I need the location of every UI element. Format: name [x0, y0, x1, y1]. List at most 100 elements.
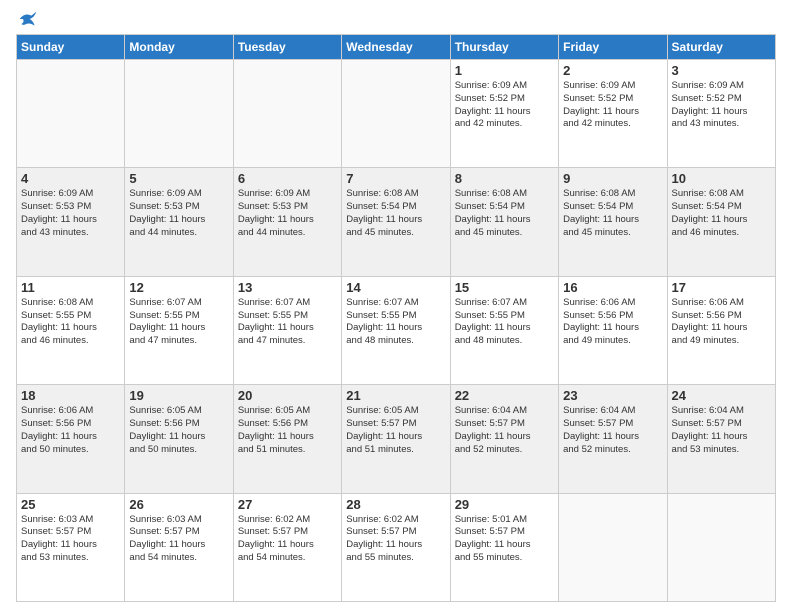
- calendar-cell: 29 Sunrise: 5:01 AMSunset: 5:57 PMDayligh…: [450, 493, 558, 601]
- calendar-cell: 18 Sunrise: 6:06 AMSunset: 5:56 PMDayligh…: [17, 385, 125, 493]
- day-info: Sunrise: 6:06 AMSunset: 5:56 PMDaylight:…: [672, 297, 771, 348]
- day-info: Sunrise: 6:02 AMSunset: 5:57 PMDaylight:…: [346, 514, 445, 565]
- logo-bird-icon: [18, 10, 38, 28]
- calendar-cell: 20 Sunrise: 6:05 AMSunset: 5:56 PMDayligh…: [233, 385, 341, 493]
- day-info: Sunrise: 6:02 AMSunset: 5:57 PMDaylight:…: [238, 514, 337, 565]
- calendar-cell: [17, 60, 125, 168]
- calendar-cell: 11 Sunrise: 6:08 AMSunset: 5:55 PMDayligh…: [17, 276, 125, 384]
- day-number: 5: [129, 171, 228, 186]
- calendar-week-5: 25 Sunrise: 6:03 AMSunset: 5:57 PMDayligh…: [17, 493, 776, 601]
- day-info: Sunrise: 6:05 AMSunset: 5:56 PMDaylight:…: [238, 405, 337, 456]
- day-info: Sunrise: 6:03 AMSunset: 5:57 PMDaylight:…: [129, 514, 228, 565]
- calendar-cell: 9 Sunrise: 6:08 AMSunset: 5:54 PMDaylight…: [559, 168, 667, 276]
- day-info: Sunrise: 6:05 AMSunset: 5:57 PMDaylight:…: [346, 405, 445, 456]
- day-info: Sunrise: 6:09 AMSunset: 5:53 PMDaylight:…: [21, 188, 120, 239]
- day-number: 10: [672, 171, 771, 186]
- day-info: Sunrise: 6:08 AMSunset: 5:54 PMDaylight:…: [346, 188, 445, 239]
- day-number: 3: [672, 63, 771, 78]
- calendar-cell: 21 Sunrise: 6:05 AMSunset: 5:57 PMDayligh…: [342, 385, 450, 493]
- calendar-cell: 4Sunrise: 6:09 AMSunset: 5:53 PMDaylight…: [17, 168, 125, 276]
- day-number: 6: [238, 171, 337, 186]
- day-number: 13: [238, 280, 337, 295]
- day-info: Sunrise: 6:09 AMSunset: 5:53 PMDaylight:…: [129, 188, 228, 239]
- header-saturday: Saturday: [667, 35, 775, 60]
- day-number: 11: [21, 280, 120, 295]
- calendar-cell: [233, 60, 341, 168]
- header-wednesday: Wednesday: [342, 35, 450, 60]
- calendar-week-1: 1 Sunrise: 6:09 AMSunset: 5:52 PMDaylight…: [17, 60, 776, 168]
- day-number: 24: [672, 388, 771, 403]
- day-info: Sunrise: 6:08 AMSunset: 5:54 PMDaylight:…: [455, 188, 554, 239]
- day-info: Sunrise: 6:06 AMSunset: 5:56 PMDaylight:…: [21, 405, 120, 456]
- calendar-cell: 26Sunrise: 6:03 AMSunset: 5:57 PMDayligh…: [125, 493, 233, 601]
- day-number: 17: [672, 280, 771, 295]
- calendar-week-4: 18 Sunrise: 6:06 AMSunset: 5:56 PMDayligh…: [17, 385, 776, 493]
- calendar-cell: 28 Sunrise: 6:02 AMSunset: 5:57 PMDayligh…: [342, 493, 450, 601]
- day-number: 8: [455, 171, 554, 186]
- calendar-cell: 17 Sunrise: 6:06 AMSunset: 5:56 PMDayligh…: [667, 276, 775, 384]
- calendar-cell: 19 Sunrise: 6:05 AMSunset: 5:56 PMDayligh…: [125, 385, 233, 493]
- day-info: Sunrise: 6:04 AMSunset: 5:57 PMDaylight:…: [563, 405, 662, 456]
- day-info: Sunrise: 6:04 AMSunset: 5:57 PMDaylight:…: [672, 405, 771, 456]
- calendar-cell: 5 Sunrise: 6:09 AMSunset: 5:53 PMDaylight…: [125, 168, 233, 276]
- day-number: 23: [563, 388, 662, 403]
- day-info: Sunrise: 6:07 AMSunset: 5:55 PMDaylight:…: [238, 297, 337, 348]
- calendar-cell: 13 Sunrise: 6:07 AMSunset: 5:55 PMDayligh…: [233, 276, 341, 384]
- day-number: 22: [455, 388, 554, 403]
- day-number: 19: [129, 388, 228, 403]
- day-info: Sunrise: 6:08 AMSunset: 5:54 PMDaylight:…: [563, 188, 662, 239]
- day-info: Sunrise: 6:07 AMSunset: 5:55 PMDaylight:…: [346, 297, 445, 348]
- day-info: Sunrise: 6:09 AMSunset: 5:53 PMDaylight:…: [238, 188, 337, 239]
- day-info: Sunrise: 6:08 AMSunset: 5:55 PMDaylight:…: [21, 297, 120, 348]
- day-info: Sunrise: 5:01 AMSunset: 5:57 PMDaylight:…: [455, 514, 554, 565]
- day-number: 9: [563, 171, 662, 186]
- day-number: 20: [238, 388, 337, 403]
- header-thursday: Thursday: [450, 35, 558, 60]
- day-number: 2: [563, 63, 662, 78]
- day-number: 1: [455, 63, 554, 78]
- header-sunday: Sunday: [17, 35, 125, 60]
- calendar-cell: [125, 60, 233, 168]
- logo-text: [16, 10, 38, 28]
- day-number: 25: [21, 497, 120, 512]
- calendar-cell: 7 Sunrise: 6:08 AMSunset: 5:54 PMDaylight…: [342, 168, 450, 276]
- calendar-table: SundayMondayTuesdayWednesdayThursdayFrid…: [16, 34, 776, 602]
- calendar-cell: 12 Sunrise: 6:07 AMSunset: 5:55 PMDayligh…: [125, 276, 233, 384]
- day-info: Sunrise: 6:09 AMSunset: 5:52 PMDaylight:…: [455, 80, 554, 131]
- calendar-week-2: 4Sunrise: 6:09 AMSunset: 5:53 PMDaylight…: [17, 168, 776, 276]
- calendar-cell: 8 Sunrise: 6:08 AMSunset: 5:54 PMDaylight…: [450, 168, 558, 276]
- day-number: 7: [346, 171, 445, 186]
- day-info: Sunrise: 6:04 AMSunset: 5:57 PMDaylight:…: [455, 405, 554, 456]
- calendar-cell: [667, 493, 775, 601]
- day-info: Sunrise: 6:06 AMSunset: 5:56 PMDaylight:…: [563, 297, 662, 348]
- day-info: Sunrise: 6:05 AMSunset: 5:56 PMDaylight:…: [129, 405, 228, 456]
- calendar-cell: 15 Sunrise: 6:07 AMSunset: 5:55 PMDayligh…: [450, 276, 558, 384]
- day-number: 27: [238, 497, 337, 512]
- calendar-cell: [342, 60, 450, 168]
- day-number: 21: [346, 388, 445, 403]
- day-number: 15: [455, 280, 554, 295]
- calendar-cell: 14 Sunrise: 6:07 AMSunset: 5:55 PMDayligh…: [342, 276, 450, 384]
- calendar-cell: 24 Sunrise: 6:04 AMSunset: 5:57 PMDayligh…: [667, 385, 775, 493]
- logo: [16, 10, 38, 28]
- calendar-cell: 25Sunrise: 6:03 AMSunset: 5:57 PMDayligh…: [17, 493, 125, 601]
- day-number: 28: [346, 497, 445, 512]
- day-info: Sunrise: 6:07 AMSunset: 5:55 PMDaylight:…: [129, 297, 228, 348]
- calendar-cell: 16 Sunrise: 6:06 AMSunset: 5:56 PMDayligh…: [559, 276, 667, 384]
- day-number: 18: [21, 388, 120, 403]
- day-number: 16: [563, 280, 662, 295]
- day-info: Sunrise: 6:07 AMSunset: 5:55 PMDaylight:…: [455, 297, 554, 348]
- calendar-week-3: 11 Sunrise: 6:08 AMSunset: 5:55 PMDayligh…: [17, 276, 776, 384]
- calendar-cell: 6 Sunrise: 6:09 AMSunset: 5:53 PMDaylight…: [233, 168, 341, 276]
- calendar-cell: 2Sunrise: 6:09 AMSunset: 5:52 PMDaylight…: [559, 60, 667, 168]
- day-info: Sunrise: 6:09 AMSunset: 5:52 PMDaylight:…: [672, 80, 771, 131]
- day-number: 14: [346, 280, 445, 295]
- calendar-header-row: SundayMondayTuesdayWednesdayThursdayFrid…: [17, 35, 776, 60]
- day-number: 29: [455, 497, 554, 512]
- day-number: 12: [129, 280, 228, 295]
- calendar-cell: 22 Sunrise: 6:04 AMSunset: 5:57 PMDayligh…: [450, 385, 558, 493]
- header-tuesday: Tuesday: [233, 35, 341, 60]
- header-monday: Monday: [125, 35, 233, 60]
- header: [16, 10, 776, 28]
- calendar-cell: 1 Sunrise: 6:09 AMSunset: 5:52 PMDaylight…: [450, 60, 558, 168]
